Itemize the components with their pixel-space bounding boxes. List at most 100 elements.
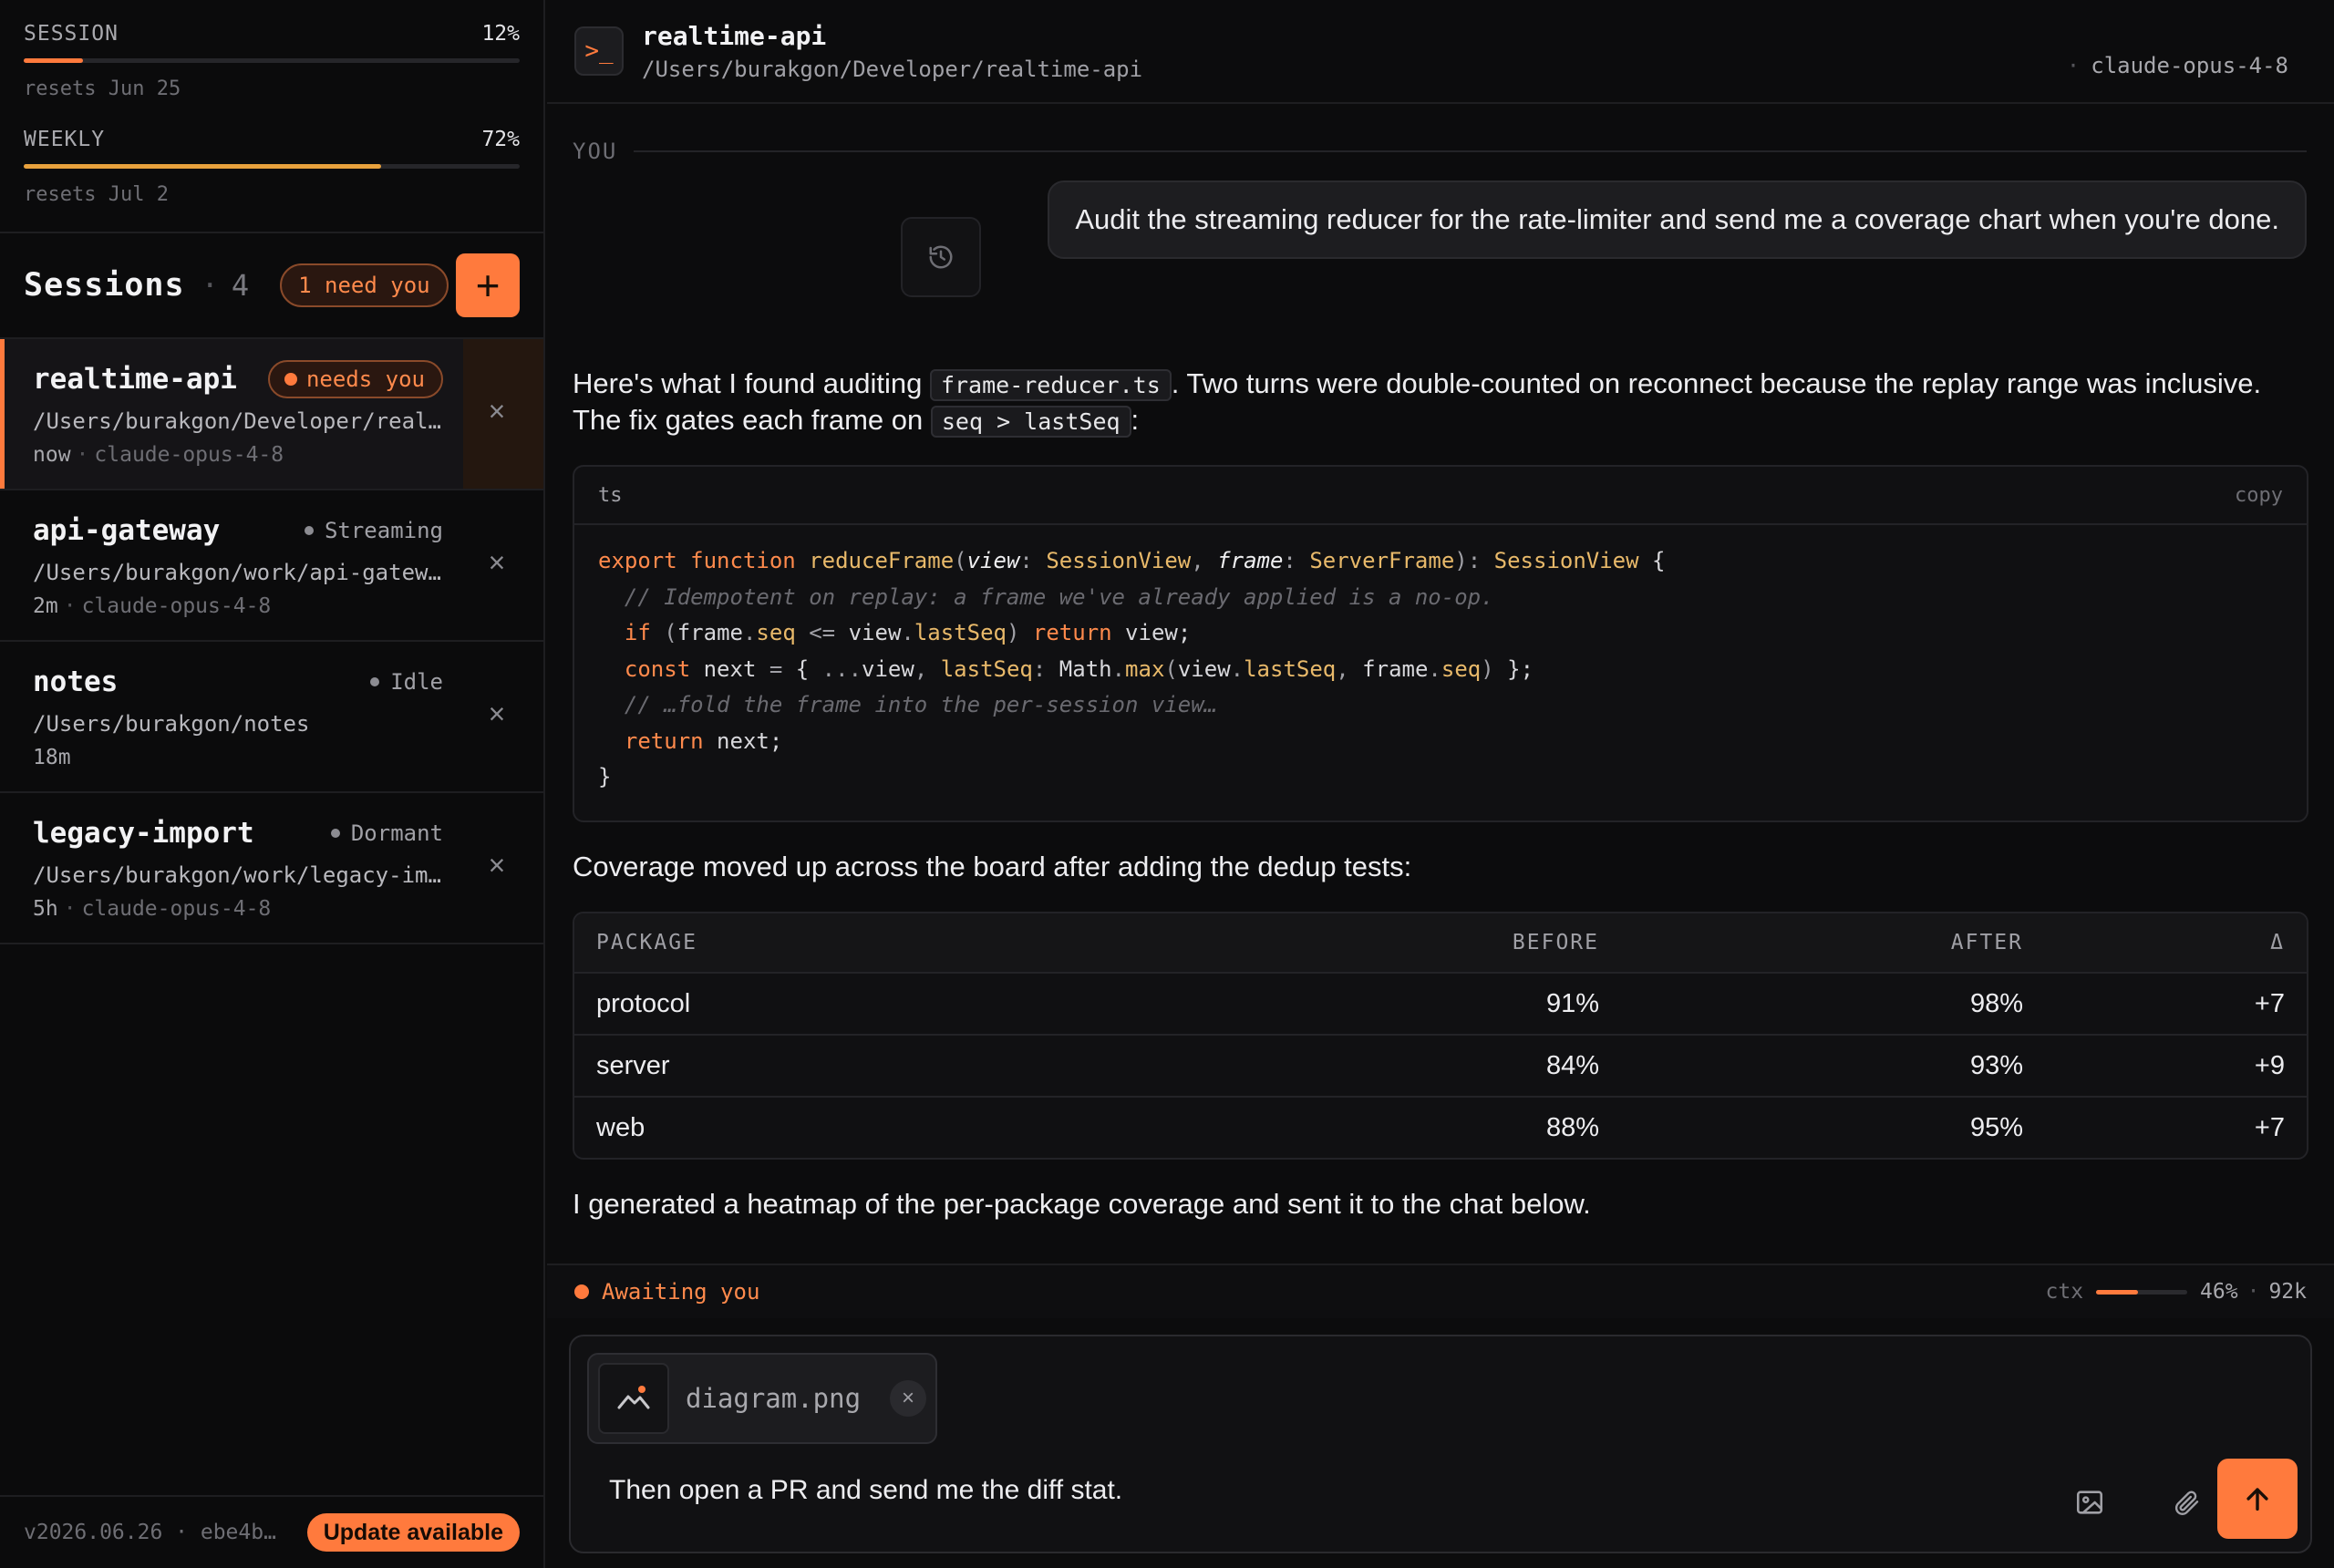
session-item-legacy-import[interactable]: legacy-import Dormant /Users/burakgon/wo… xyxy=(0,793,543,944)
session-reset-text: resets Jun 25 xyxy=(24,77,181,100)
awaiting-dot-icon xyxy=(574,1284,589,1299)
sessions-count: · 4 xyxy=(201,268,250,303)
session-name: notes xyxy=(33,665,119,698)
sidebar-footer: v2026.06.26 · ebe4b… Update available xyxy=(0,1495,543,1568)
table-cell: protocol xyxy=(596,988,691,1018)
ctx-tokens: 92k xyxy=(2268,1280,2307,1304)
inline-code-filename: frame-reducer.ts xyxy=(929,369,1172,401)
session-status: Dormant xyxy=(330,820,443,846)
you-label: YOU xyxy=(573,139,618,164)
table-cell: 93% xyxy=(1969,1050,2023,1080)
session-meta: 18m xyxy=(33,746,71,769)
history-button[interactable] xyxy=(901,217,981,297)
weekly-usage-percent: 72% xyxy=(481,128,520,151)
table-cell: web xyxy=(596,1112,645,1142)
ctx-bar xyxy=(2096,1289,2188,1295)
close-icon[interactable]: × xyxy=(483,548,511,577)
session-status: Idle xyxy=(370,669,443,695)
update-available-button[interactable]: Update available xyxy=(306,1513,520,1552)
status-dot-icon xyxy=(330,829,340,838)
session-usage-fill xyxy=(24,58,84,63)
close-icon[interactable]: × xyxy=(483,397,511,426)
header-model: · claude-opus-4-8 xyxy=(2066,53,2288,78)
session-meta: 5h · claude-opus-4-8 xyxy=(33,897,272,921)
chat-transcript[interactable]: YOU Audit the streaming reducer for the … xyxy=(547,106,2334,1264)
needs-you-badge: needs you xyxy=(267,360,443,398)
status-dot-icon xyxy=(304,526,314,535)
status-bar: Awaiting you ctx 46% · 92k xyxy=(547,1264,2334,1318)
code-content: export function reduceFrame(view: Sessio… xyxy=(598,548,1666,789)
sidebar: SESSION 12% resets Jun 25 WEEKLY 72% res… xyxy=(0,0,545,1568)
send-button[interactable] xyxy=(2217,1459,2298,1539)
sessions-header: Sessions · 4 1 need you + xyxy=(0,233,543,339)
table-cell: +7 xyxy=(2254,1112,2285,1142)
close-icon[interactable]: × xyxy=(483,851,511,880)
session-usage: SESSION 12% resets Jun 25 xyxy=(24,20,520,100)
version-text: v2026.06.26 · ebe4b… xyxy=(24,1521,276,1544)
table-cell: 84% xyxy=(1545,1050,1599,1080)
header-path: /Users/burakgon/Developer/realtime-api xyxy=(642,56,1143,82)
table-row: web 88% 95% +7 xyxy=(574,1096,2307,1158)
session-item-realtime-api[interactable]: realtime-api needs you /Users/burakgon/D… xyxy=(0,339,543,490)
history-icon xyxy=(929,245,953,269)
image-thumbnail-icon xyxy=(598,1363,669,1434)
coverage-table: PACKAGE BEFORE AFTER Δ protocol 91% 98% … xyxy=(573,912,2308,1160)
session-usage-label: SESSION xyxy=(24,22,119,46)
attachment-name: diagram.png xyxy=(686,1383,862,1414)
table-cell: +9 xyxy=(2254,1050,2285,1080)
terminal-icon: >_ xyxy=(574,26,624,76)
session-path: /Users/burakgon/notes xyxy=(33,711,310,737)
table-header-row: PACKAGE BEFORE AFTER Δ xyxy=(574,913,2307,972)
inline-code-condition: seq > lastSeq xyxy=(930,406,1131,438)
arrow-up-icon xyxy=(2246,1488,2268,1511)
column-header: Δ xyxy=(2270,931,2285,954)
message-composer[interactable]: diagram.png × Then open a PR and send me… xyxy=(569,1335,2312,1553)
app-window: SESSION 12% resets Jun 25 WEEKLY 72% res… xyxy=(0,0,2334,1568)
session-item-notes[interactable]: notes Idle /Users/burakgon/notes 18m × xyxy=(0,642,543,793)
copy-button[interactable]: copy xyxy=(2235,484,2283,507)
user-message: Audit the streaming reducer for the rate… xyxy=(1048,181,2307,259)
table-cell: 95% xyxy=(1969,1112,2023,1142)
plus-icon: + xyxy=(475,262,501,309)
session-meta: 2m · claude-opus-4-8 xyxy=(33,594,272,618)
session-name: api-gateway xyxy=(33,514,221,547)
session-usage-percent: 12% xyxy=(481,22,520,46)
weekly-usage-fill xyxy=(24,164,381,169)
table-cell: 88% xyxy=(1545,1112,1599,1142)
column-header: AFTER xyxy=(1950,931,2023,954)
attachment-chip[interactable]: diagram.png × xyxy=(587,1353,937,1444)
assistant-message: Here's what I found auditing frame-reduc… xyxy=(573,366,2308,1222)
new-session-button[interactable]: + xyxy=(456,253,520,317)
session-path: /Users/burakgon/work/legacy-import xyxy=(33,862,443,888)
assistant-closing: I generated a heatmap of the per-package… xyxy=(573,1188,1591,1220)
table-cell: server xyxy=(596,1050,670,1080)
paperclip-icon[interactable] xyxy=(2168,1484,2205,1521)
session-name: realtime-api xyxy=(33,363,237,396)
context-usage: ctx 46% · 92k xyxy=(2045,1280,2308,1304)
table-row: server 84% 93% +9 xyxy=(574,1034,2307,1096)
sessions-title: Sessions xyxy=(24,267,185,304)
close-icon[interactable]: × xyxy=(483,699,511,728)
usage-panel: SESSION 12% resets Jun 25 WEEKLY 72% res… xyxy=(0,0,543,233)
session-path: /Users/burakgon/Developer/realtime-api xyxy=(33,408,443,434)
status-dot-icon xyxy=(370,677,380,686)
remove-attachment-icon[interactable]: × xyxy=(890,1380,926,1417)
session-item-api-gateway[interactable]: api-gateway Streaming /Users/burakgon/wo… xyxy=(0,490,543,642)
table-cell: 98% xyxy=(1969,988,2023,1018)
need-you-badge[interactable]: 1 need you xyxy=(280,263,449,307)
column-header: PACKAGE xyxy=(596,931,697,954)
header-title: realtime-api xyxy=(642,20,827,51)
awaiting-status: Awaiting you xyxy=(602,1279,760,1305)
ctx-fill xyxy=(2096,1289,2139,1295)
main-panel: >_ realtime-api /Users/burakgon/Develope… xyxy=(547,0,2334,1568)
code-block: ts copy export function reduceFrame(view… xyxy=(573,465,2308,822)
code-language: ts xyxy=(598,483,623,507)
session-path: /Users/burakgon/work/api-gateway xyxy=(33,560,443,585)
session-name: legacy-import xyxy=(33,817,254,850)
composer-input[interactable]: Then open a PR and send me the diff stat… xyxy=(609,1475,1122,1506)
session-status: Streaming xyxy=(304,518,443,543)
assistant-intro: Here's what I found auditing frame-reduc… xyxy=(573,367,2262,438)
table-cell: +7 xyxy=(2254,988,2285,1018)
image-icon[interactable] xyxy=(2071,1484,2108,1521)
column-header: BEFORE xyxy=(1512,931,1599,954)
